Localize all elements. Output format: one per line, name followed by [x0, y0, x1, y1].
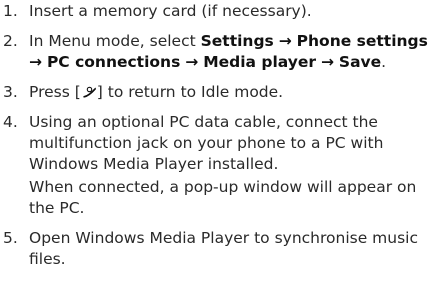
step-text: Open Windows Media Player to synchronise…: [29, 229, 418, 268]
arrow: →: [185, 53, 199, 71]
step-number: 4.: [3, 113, 18, 131]
step-text: In Menu mode, select Settings → Phone se…: [29, 31, 437, 73]
step-body: Using an optional PC data cable, connect…: [29, 112, 437, 219]
menu-path-pc-connections: PC connections: [46, 53, 181, 71]
step-1: 1. Insert a memory card (if necessary).: [3, 1, 437, 22]
menu-path-settings: Settings: [200, 32, 274, 50]
instruction-steps: 1. Insert a memory card (if necessary). …: [3, 1, 437, 270]
arrow: →: [320, 53, 334, 71]
end-call-key-icon: [81, 83, 97, 98]
step-text: Press [ ] to return to Idle mode.: [29, 82, 437, 103]
menu-path-media-player: Media player: [203, 53, 317, 71]
step-number: 3.: [3, 83, 18, 101]
step-text-prefix: In Menu mode, select: [29, 32, 201, 50]
step-text-after: ] to return to Idle mode.: [96, 83, 284, 101]
step-2: 2. In Menu mode, select Settings → Phone…: [3, 31, 437, 73]
step-text-suffix: .: [381, 53, 387, 71]
step-4: 4. Using an optional PC data cable, conn…: [3, 112, 437, 219]
menu-path-save: Save: [338, 53, 382, 71]
arrow: →: [278, 32, 292, 50]
step-note: When connected, a pop-up window will app…: [29, 178, 417, 217]
step-text: Insert a memory card (if necessary).: [29, 2, 312, 20]
arrow: →: [29, 53, 42, 71]
step-text-before: Press [: [29, 83, 81, 101]
step-text: Using an optional PC data cable, connect…: [29, 113, 384, 173]
menu-path-phone-settings: Phone settings: [296, 32, 428, 50]
step-number: 1.: [3, 2, 18, 20]
step-5: 5. Open Windows Media Player to synchron…: [3, 228, 437, 270]
step-number: 5.: [3, 229, 18, 247]
step-number: 2.: [3, 32, 18, 50]
step-3: 3. Press [ ] to return to Idle mode.: [3, 82, 437, 103]
